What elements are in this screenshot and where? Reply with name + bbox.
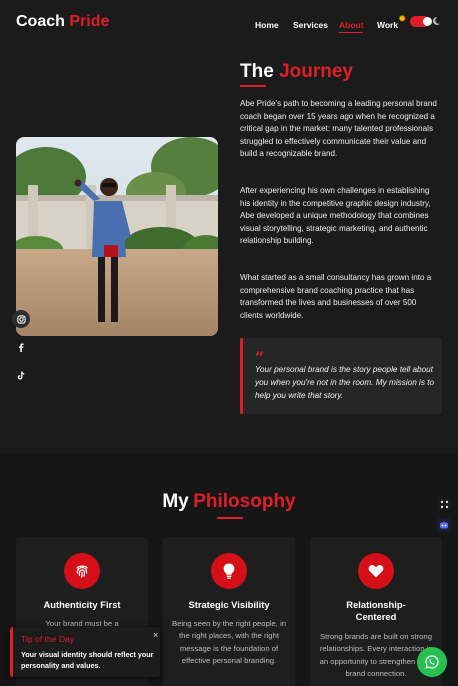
journey-paragraph: After experiencing his own challenges in…: [240, 186, 431, 246]
card-text: Being seen by the right people, in the r…: [171, 619, 287, 666]
nav-work[interactable]: Work: [377, 20, 398, 30]
site-header: Coach Pride Home Services About Work ✹: [0, 0, 458, 48]
mission-quote: “ Your personal brand is the story peopl…: [240, 338, 442, 414]
toast-title: Tip of the Day: [21, 634, 75, 644]
share-button[interactable]: [437, 497, 451, 511]
journey-paragraph: What started as a small consultancy has …: [240, 273, 432, 320]
tip-of-the-day-toast: Tip of the Day × Your visual identity sh…: [10, 627, 160, 677]
sun-icon: ✹: [398, 14, 407, 25]
nav-active-indicator: [339, 32, 363, 33]
logo-accent-text: Pride: [69, 13, 110, 30]
card-title: Strategic Visibility: [188, 599, 270, 610]
philosophy-heading: My Philosophy: [0, 491, 458, 513]
philosophy-card-visibility: Strategic Visibility Being seen by the r…: [163, 537, 295, 686]
theme-toggle[interactable]: ✹: [398, 14, 444, 29]
facebook-icon: [18, 342, 24, 352]
instagram-link[interactable]: [12, 310, 30, 328]
journey-heading-rule: [240, 85, 266, 87]
philosophy-heading-main: My: [162, 491, 189, 512]
journey-paragraph: Abe Pride's path to becoming a leading p…: [240, 99, 437, 159]
card-title: Authenticity First: [43, 599, 121, 610]
chatbot-button[interactable]: [437, 518, 451, 532]
philosophy-heading-rule: [217, 517, 243, 519]
share-icon: [440, 500, 448, 508]
quote-text: Your personal brand is the story people …: [255, 365, 435, 400]
journey-heading-main: The: [240, 61, 274, 82]
whatsapp-button[interactable]: [417, 647, 447, 677]
lightbulb-icon: [211, 553, 247, 589]
card-title: Relationship-Centered: [346, 599, 406, 622]
philosophy-heading-accent: Philosophy: [193, 491, 296, 512]
nav-about[interactable]: About: [339, 20, 364, 30]
fingerprint-icon: [64, 553, 100, 589]
logo-main-text: Coach: [16, 13, 65, 30]
whatsapp-icon: [425, 655, 439, 669]
card-text: Strong brands are built on strong relati…: [319, 632, 433, 679]
heart-icon: [358, 553, 394, 589]
instagram-icon: [16, 314, 26, 324]
toast-text: Your visual identity should reflect your…: [21, 650, 154, 670]
tiktok-link[interactable]: [12, 366, 30, 384]
site-logo[interactable]: Coach Pride: [16, 13, 109, 31]
nav-home[interactable]: Home: [255, 20, 279, 30]
journey-heading: The Journey: [240, 61, 353, 83]
theme-switch[interactable]: [410, 16, 432, 27]
coach-photo: [16, 137, 218, 336]
journey-heading-accent: Journey: [279, 61, 353, 82]
nav-services[interactable]: Services: [293, 20, 328, 30]
facebook-link[interactable]: [12, 338, 30, 356]
tiktok-icon: [17, 370, 25, 380]
close-icon[interactable]: ×: [153, 630, 158, 640]
moon-icon: [432, 16, 440, 25]
robot-icon: [440, 520, 448, 529]
